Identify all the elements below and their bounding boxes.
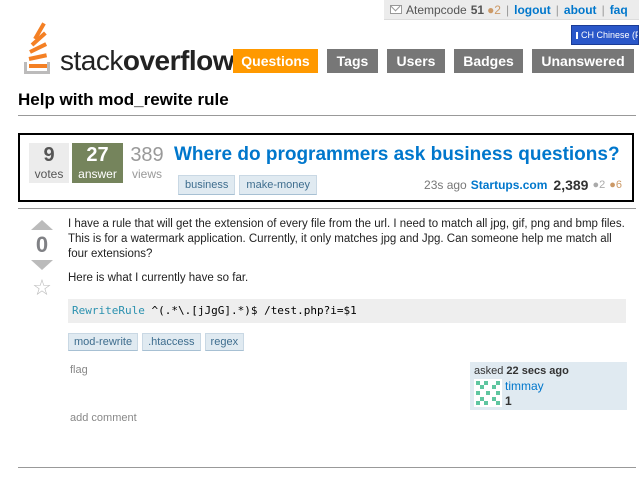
envelope-icon[interactable]	[390, 5, 402, 14]
featured-site-link[interactable]: Startups.com	[471, 178, 548, 192]
divider: |	[601, 2, 605, 17]
tag-make-money[interactable]: make-money	[239, 175, 317, 195]
featured-vote-count: 9	[43, 144, 55, 166]
featured-view-count: 389	[130, 144, 164, 166]
owner-name-link[interactable]: timmay	[505, 379, 544, 393]
question-paragraph: I have a rule that will get the extensio…	[68, 218, 625, 260]
logo-prefix: stack	[60, 45, 123, 76]
featured-question-title[interactable]: Where do programmers ask business questi…	[174, 144, 620, 166]
language-label: CH Chinese (P	[581, 30, 639, 40]
nav-users[interactable]: Users	[387, 49, 445, 73]
question-tags: mod-rewrite .htaccess regex	[68, 333, 248, 351]
nav-tags[interactable]: Tags	[327, 49, 378, 73]
code-block: RewriteRule ^(.*\.[jJgG].*)$ /test.php?i…	[68, 299, 626, 323]
logout-link[interactable]: logout	[514, 3, 551, 17]
featured-votes: 9 votes	[29, 143, 69, 183]
divider	[18, 467, 636, 468]
username-link[interactable]: Atempcode	[406, 3, 467, 17]
featured-vote-label: votes	[34, 167, 64, 181]
tag-regex[interactable]: regex	[204, 333, 245, 351]
nav-badges[interactable]: Badges	[454, 49, 523, 73]
nav-questions[interactable]: Questions	[233, 49, 318, 73]
add-comment-link[interactable]: add comment	[70, 412, 137, 424]
silver-badge-count: ●2	[592, 179, 606, 191]
featured-views: 389 views	[127, 143, 167, 183]
code-keyword: RewriteRule	[72, 304, 145, 317]
top-bar: Atempcode 51 ●2 | logout | about | faq	[384, 0, 639, 20]
language-widget[interactable]: CH Chinese (P	[571, 25, 639, 45]
nav-unanswered[interactable]: Unanswered	[532, 49, 634, 73]
stack-logo-icon	[22, 22, 54, 76]
avatar[interactable]	[474, 379, 502, 407]
featured-time: 23s ago	[424, 178, 467, 192]
site-logo[interactable]: stackoverflow	[22, 22, 235, 76]
favorite-star-icon[interactable]: ☆	[30, 275, 54, 301]
owner-card: asked 22 secs ago timmay 1	[470, 362, 627, 410]
bronze-badge-count: ●6	[609, 179, 622, 191]
featured-question: 9 votes 27 answer 389 views Where do pro…	[18, 133, 634, 202]
logo-suffix: overflow	[122, 45, 235, 76]
question-body: I have a rule that will get the extensio…	[68, 217, 628, 295]
divider	[18, 115, 636, 116]
featured-rep: 2,389	[553, 177, 589, 193]
owner-reputation: 1	[505, 394, 512, 408]
divider: |	[555, 2, 559, 17]
about-link[interactable]: about	[564, 3, 597, 17]
featured-meta: 23s ago Startups.com 2,389 ●2 ●6	[424, 177, 622, 193]
divider: |	[505, 2, 510, 17]
flag-link[interactable]: flag	[70, 364, 88, 376]
asked-time: 22 secs ago	[506, 365, 569, 377]
page-title[interactable]: Help with mod_rewite rule	[18, 90, 229, 110]
bronze-badge-count: ●2	[487, 2, 501, 17]
vote-count: 0	[35, 232, 49, 257]
featured-answers: 27 answer	[72, 143, 123, 183]
featured-answer-count: 27	[86, 144, 109, 166]
tag-htaccess[interactable]: .htaccess	[142, 333, 201, 351]
featured-answer-label: answer	[78, 167, 117, 181]
asked-prefix: asked	[474, 365, 504, 377]
upvote-arrow-icon[interactable]	[31, 220, 53, 230]
logo-wordmark: stackoverflow	[60, 45, 235, 76]
divider	[18, 208, 636, 209]
featured-tags: business make-money	[178, 175, 321, 195]
asked-info: asked 22 secs ago	[474, 365, 623, 377]
tag-mod-rewrite[interactable]: mod-rewrite	[68, 333, 139, 351]
vote-cell: 0 ☆	[30, 220, 54, 301]
user-reputation: 51	[470, 2, 485, 17]
tag-business[interactable]: business	[178, 175, 236, 195]
main-nav: Questions Tags Users Badges Unanswered	[233, 49, 639, 73]
code-text: ^(.*\.[jJgG].*)$ /test.php?i=$1	[144, 304, 357, 317]
downvote-arrow-icon[interactable]	[31, 260, 53, 270]
faq-link[interactable]: faq	[610, 3, 628, 17]
question-paragraph: Here is what I currently have so far.	[68, 272, 249, 284]
featured-view-label: views	[131, 167, 162, 181]
checkbox-icon[interactable]	[576, 31, 578, 39]
